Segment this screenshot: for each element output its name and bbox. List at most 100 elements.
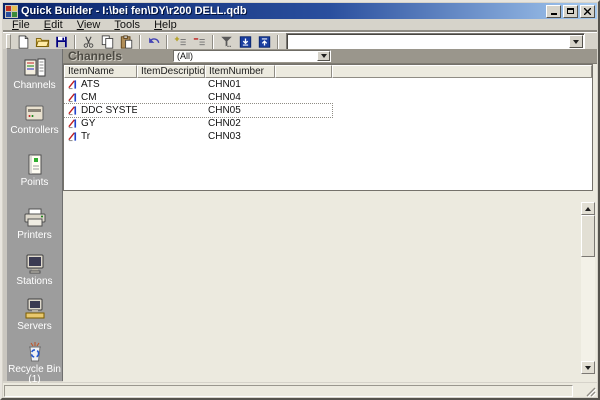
recycle-bin-icon — [22, 340, 48, 364]
undo-button[interactable] — [144, 34, 163, 50]
toolbar-separator — [166, 35, 168, 49]
filter-dropdown-button[interactable] — [317, 51, 330, 61]
table-row[interactable]: Tr CHN03 — [64, 130, 332, 143]
new-button[interactable] — [14, 34, 33, 50]
table-row[interactable]: DDC SYSTEM CHN05 — [64, 104, 332, 117]
filter-button[interactable] — [217, 34, 236, 50]
menu-label: elp — [162, 19, 177, 31]
maximize-button[interactable] — [563, 5, 578, 18]
toolbar-separator — [277, 35, 279, 49]
column-header-filler — [332, 65, 592, 78]
menu-bar: File Edit View Tools Help — [3, 19, 597, 32]
channel-item-icon — [67, 92, 78, 103]
resize-grip-icon[interactable] — [584, 384, 596, 396]
column-header-itemnumber[interactable]: ItemNumber — [205, 65, 275, 78]
points-icon — [22, 153, 48, 177]
minimize-icon — [551, 13, 557, 15]
open-folder-icon — [35, 35, 50, 49]
sidebar-item-label: Points — [7, 178, 62, 188]
channel-item-icon — [67, 79, 78, 90]
sidebar-item-recycle-bin[interactable]: Recycle Bin (1) — [7, 340, 62, 385]
maximize-icon — [567, 8, 574, 14]
menu-item-view[interactable]: View — [70, 19, 108, 32]
sidebar-item-label: Printers — [7, 231, 62, 241]
sidebar-item-printers[interactable]: Printers — [7, 206, 62, 241]
scroll-up-button[interactable] — [581, 202, 595, 215]
cell-item-name: CM — [81, 92, 97, 103]
minimize-button[interactable] — [546, 5, 561, 18]
status-bar — [3, 383, 597, 397]
download-button[interactable] — [236, 34, 255, 50]
cell-item-name: ATS — [81, 79, 100, 90]
filter-combobox[interactable]: (All) — [173, 50, 331, 62]
cell-item-number: CHN05 — [205, 105, 275, 116]
column-header-blank[interactable] — [275, 65, 332, 78]
copy-icon — [100, 35, 115, 49]
sidebar-item-label: Controllers — [7, 126, 62, 136]
cell-item-name: Tr — [81, 131, 90, 142]
cut-button[interactable] — [79, 34, 98, 50]
main-panel: Channels (All) ItemName ItemDescription … — [63, 49, 597, 382]
sidebar-item-label: Channels — [7, 81, 62, 91]
toolbar-separator — [139, 35, 141, 49]
printers-icon — [22, 206, 48, 230]
menu-label: ools — [120, 19, 140, 31]
toolbar-combobox[interactable] — [286, 33, 585, 50]
paste-button[interactable] — [117, 34, 136, 50]
sidebar-item-label: Servers — [7, 322, 62, 332]
remove-item-icon — [192, 35, 207, 49]
column-header-itemdescription[interactable]: ItemDescription — [137, 65, 205, 78]
window-title: Quick Builder - I:\bei fen\DY\r200 DELL.… — [21, 5, 544, 17]
sidebar-item-points[interactable]: Points — [7, 153, 62, 188]
channel-item-icon — [67, 105, 78, 116]
filter-icon — [219, 35, 234, 49]
page-title: Channels — [68, 49, 122, 63]
menu-label: dit — [51, 19, 63, 31]
table-row[interactable]: GY CHN02 — [64, 117, 332, 130]
menu-label: H — [154, 19, 162, 31]
upload-button[interactable] — [255, 34, 274, 50]
close-icon — [584, 8, 591, 15]
open-button[interactable] — [33, 34, 52, 50]
combo-dropdown-button[interactable] — [569, 35, 583, 48]
menu-label: ile — [19, 19, 30, 31]
download-icon — [238, 35, 253, 49]
chevron-up-icon — [585, 207, 591, 211]
menu-label: iew — [84, 19, 101, 31]
close-button[interactable] — [580, 5, 595, 18]
servers-icon — [22, 297, 48, 321]
table-row[interactable]: ATS CHN01 — [64, 78, 332, 91]
menu-item-help[interactable]: Help — [147, 19, 184, 32]
sidebar-item-controllers[interactable]: Controllers — [7, 101, 62, 136]
menu-item-file[interactable]: File — [5, 19, 37, 32]
cell-item-name: GY — [81, 118, 95, 129]
menu-item-tools[interactable]: Tools — [107, 19, 147, 32]
table-row[interactable]: CM CHN04 — [64, 91, 332, 104]
cell-item-number: CHN04 — [205, 92, 275, 103]
channel-item-icon — [67, 118, 78, 129]
menu-label: E — [44, 19, 51, 31]
toolbar-separator — [74, 35, 76, 49]
scroll-thumb[interactable] — [581, 215, 595, 257]
save-button[interactable] — [52, 34, 71, 50]
column-header-itemname[interactable]: ItemName — [64, 65, 137, 78]
scroll-down-button[interactable] — [581, 361, 595, 374]
channels-icon — [22, 56, 48, 80]
remove-item-button[interactable] — [190, 34, 209, 50]
new-document-icon — [16, 35, 31, 49]
add-item-button[interactable] — [171, 34, 190, 50]
upload-icon — [257, 35, 272, 49]
menu-item-edit[interactable]: Edit — [37, 19, 70, 32]
vertical-scrollbar[interactable] — [581, 202, 595, 374]
copy-button[interactable] — [98, 34, 117, 50]
app-icon — [5, 5, 18, 18]
controllers-icon — [22, 101, 48, 125]
cell-item-number: CHN03 — [205, 131, 275, 142]
sidebar-item-servers[interactable]: Servers — [7, 297, 62, 332]
stations-icon — [22, 252, 48, 276]
toolbar-grip[interactable] — [6, 34, 11, 49]
sidebar-item-stations[interactable]: Stations — [7, 252, 62, 287]
list-header: ItemName ItemDescription ItemNumber — [64, 65, 592, 78]
sidebar-item-channels[interactable]: Channels — [7, 56, 62, 91]
section-header: Channels (All) — [63, 49, 597, 64]
